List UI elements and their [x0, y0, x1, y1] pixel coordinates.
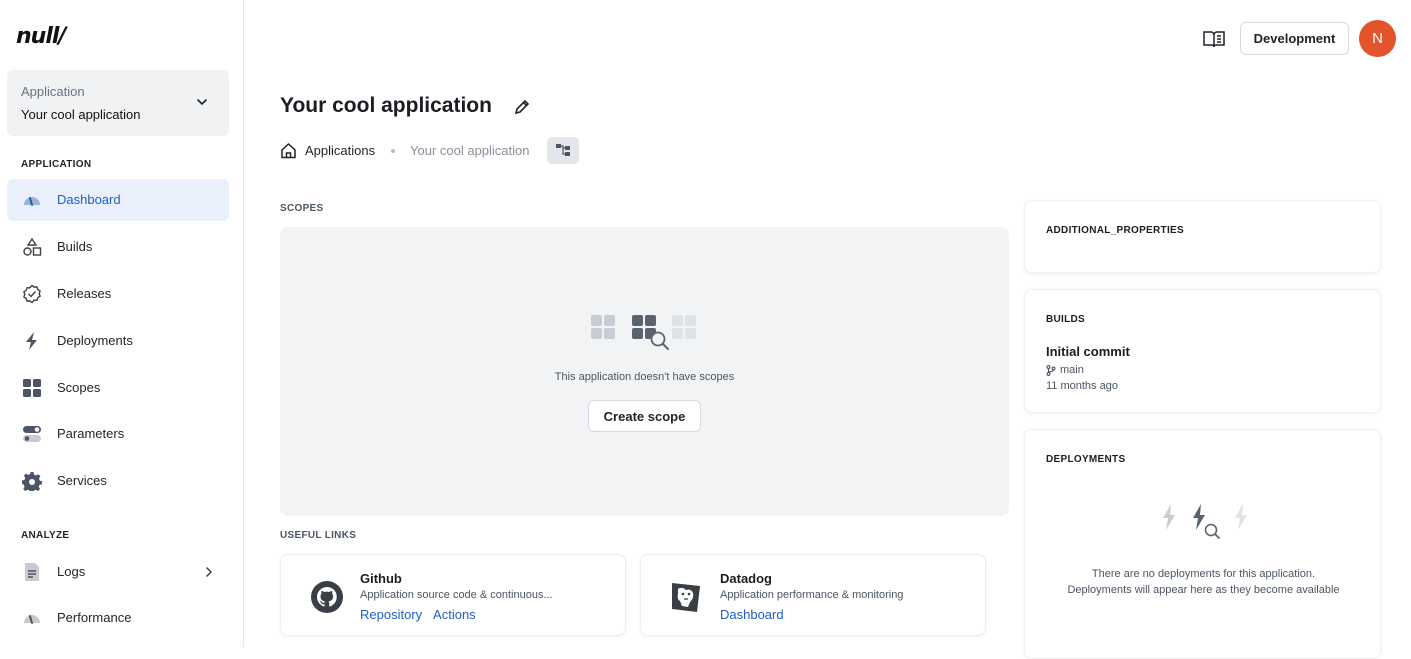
additional-properties-header: ADDITIONAL_PROPERTIES: [1046, 225, 1184, 236]
build-branch-label: main: [1060, 364, 1084, 376]
document-icon: [21, 561, 43, 583]
additional-properties-card: ADDITIONAL_PROPERTIES: [1024, 200, 1381, 273]
sidebar: null/ Application Your cool application …: [0, 0, 244, 647]
sidebar-item-services[interactable]: Services: [7, 460, 229, 502]
sidebar-item-label: Scopes: [57, 380, 101, 395]
lightning-icon: [21, 330, 43, 352]
avatar[interactable]: N: [1359, 20, 1396, 57]
builds-card: BUILDS Initial commit main 11 months ago: [1024, 289, 1381, 413]
sidebar-item-performance[interactable]: Performance: [7, 597, 229, 639]
github-description: Application source code & continuous...: [360, 589, 553, 601]
shapes-icon: [21, 236, 43, 258]
github-actions-link[interactable]: Actions: [433, 607, 476, 622]
breadcrumb-current: Your cool application: [410, 143, 530, 158]
useful-links-header: USEFUL LINKS: [280, 530, 357, 541]
hierarchy-button[interactable]: [547, 137, 579, 164]
github-title: Github: [360, 571, 402, 586]
chevron-down-icon: [197, 99, 207, 106]
deployments-card: DEPLOYMENTS There are no deployments for…: [1024, 429, 1381, 659]
git-branch-icon: [1046, 364, 1056, 376]
environment-button[interactable]: Development: [1240, 22, 1349, 55]
build-branch: main: [1046, 364, 1084, 376]
sidebar-item-parameters[interactable]: Parameters: [7, 413, 229, 455]
sidebar-item-logs[interactable]: Logs: [7, 551, 229, 593]
pencil-icon[interactable]: [513, 98, 531, 116]
github-link-card: Github Application source code & continu…: [280, 554, 626, 636]
builds-header: BUILDS: [1046, 314, 1086, 325]
sidebar-item-label: Dashboard: [57, 192, 121, 207]
sidebar-item-label: Builds: [57, 239, 93, 254]
sidebar-item-label: Parameters: [57, 426, 125, 441]
toggles-icon: [21, 423, 43, 445]
build-title[interactable]: Initial commit: [1046, 344, 1130, 359]
hierarchy-icon: [556, 144, 570, 156]
breadcrumb-separator: [391, 149, 395, 153]
deployments-header: DEPLOYMENTS: [1046, 454, 1126, 465]
scopes-panel: This application doesn't have scopes Cre…: [280, 227, 1009, 516]
datadog-dashboard-link[interactable]: Dashboard: [720, 607, 784, 622]
sidebar-item-dashboard[interactable]: Dashboard: [7, 179, 229, 221]
create-scope-button[interactable]: Create scope: [588, 400, 701, 432]
sidebar-item-label: Releases: [57, 286, 112, 301]
sidebar-item-label: Performance: [57, 610, 132, 625]
application-selector-value: Your cool application: [21, 107, 141, 122]
scopes-header: SCOPES: [280, 203, 324, 214]
datadog-link-card: Datadog Application performance & monito…: [640, 554, 986, 636]
sidebar-item-scopes[interactable]: Scopes: [7, 367, 229, 409]
section-header-analyze: ANALYZE: [21, 530, 70, 541]
build-time: 11 months ago: [1046, 380, 1118, 392]
github-icon: [311, 581, 343, 613]
book-icon[interactable]: [1203, 29, 1225, 49]
badge-check-icon: [21, 283, 43, 305]
gauge-icon: [21, 607, 43, 629]
sidebar-item-releases[interactable]: Releases: [7, 273, 229, 315]
page-title: Your cool application: [280, 94, 492, 117]
section-header-application: APPLICATION: [21, 159, 92, 170]
gear-icon: [21, 470, 43, 492]
grid-icon: [21, 377, 43, 399]
datadog-description: Application performance & monitoring: [720, 589, 904, 601]
sidebar-item-builds[interactable]: Builds: [7, 226, 229, 268]
sidebar-item-label: Logs: [57, 564, 86, 579]
github-repository-link[interactable]: Repository: [360, 607, 422, 622]
chevron-right-icon: [206, 567, 213, 577]
deployments-empty-illustration-icon: [1163, 504, 1247, 539]
datadog-icon: [672, 583, 700, 612]
null-logo[interactable]: null/: [16, 24, 66, 49]
datadog-title: Datadog: [720, 571, 772, 586]
home-icon[interactable]: [280, 142, 297, 159]
dashboard-gauge-icon: [21, 189, 43, 211]
sidebar-item-deployments[interactable]: Deployments: [7, 320, 229, 362]
application-selector-label: Application: [21, 84, 85, 99]
breadcrumb-applications[interactable]: Applications: [305, 143, 375, 158]
deployments-empty-text: There are no deployments for this applic…: [1067, 568, 1340, 596]
sidebar-item-label: Services: [57, 473, 107, 488]
sidebar-item-label: Deployments: [57, 333, 133, 348]
scopes-empty-text: This application doesn't have scopes: [554, 371, 735, 383]
application-selector[interactable]: Application Your cool application: [7, 70, 229, 136]
scopes-empty-illustration-icon: [591, 315, 696, 350]
